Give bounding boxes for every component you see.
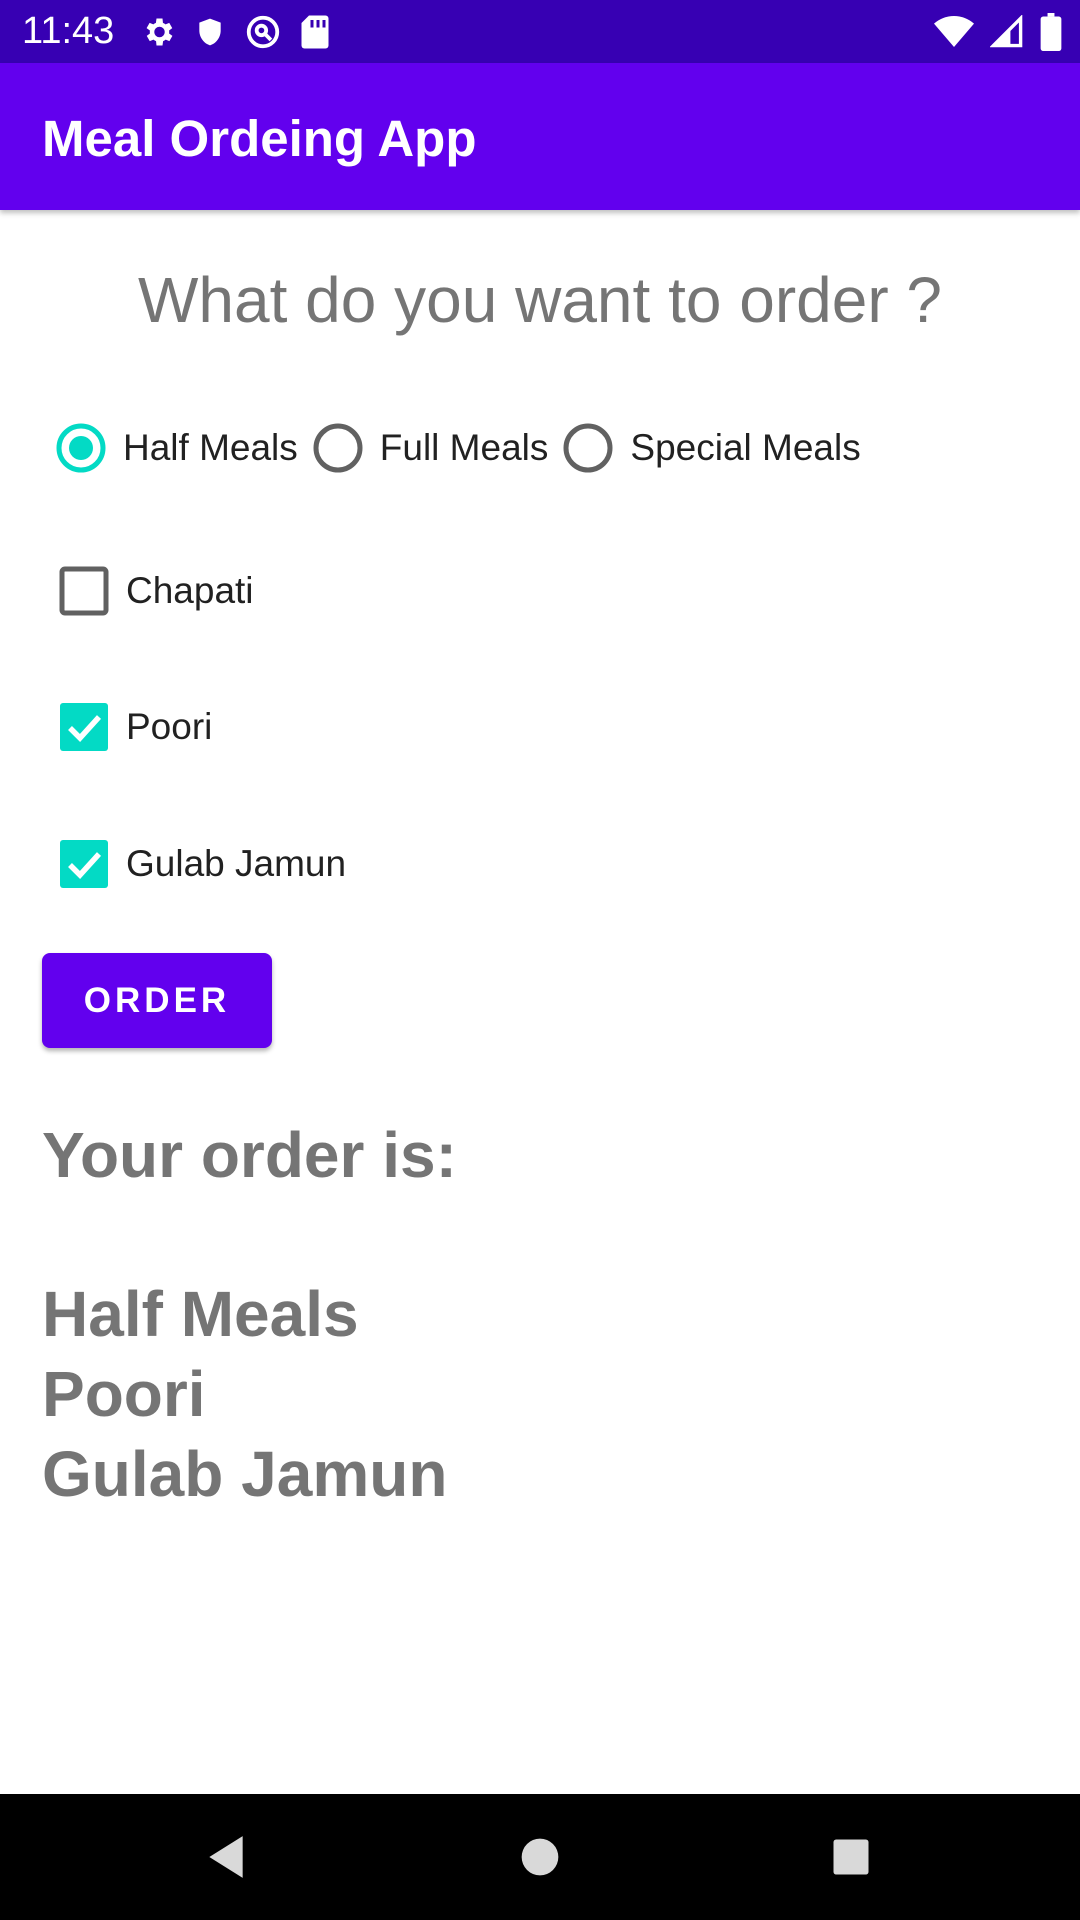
radio-label: Full Meals — [379, 427, 549, 468]
app-title: Meal Ordeing App — [42, 110, 477, 167]
checkbox-checked-icon[interactable] — [58, 838, 110, 890]
result-item: Poori — [42, 1358, 206, 1430]
checkbox-label: Poori — [126, 706, 213, 747]
checkbox-poori[interactable]: Poori — [58, 701, 212, 753]
radio-special-meals[interactable]: Special Meals — [562, 418, 861, 478]
cell-signal-icon — [990, 15, 1024, 49]
navigation-bar — [0, 1794, 1080, 1920]
shield-icon — [194, 14, 226, 50]
checkbox-unchecked-icon[interactable] — [58, 565, 110, 617]
checkbox-gulab-jamun[interactable]: Gulab Jamun — [58, 838, 346, 890]
result-list: Half Meals Poori Gulab Jamun — [42, 1274, 447, 1514]
result-item: Gulab Jamun — [42, 1438, 448, 1510]
result-item: Half Meals — [42, 1278, 359, 1350]
radio-unselected-icon[interactable] — [562, 422, 614, 474]
back-icon[interactable] — [193, 1824, 259, 1890]
order-button[interactable]: ORDER — [42, 953, 272, 1048]
recents-icon[interactable] — [818, 1824, 884, 1890]
radio-selected-icon[interactable] — [55, 422, 107, 474]
home-icon[interactable] — [507, 1824, 573, 1890]
meal-radio-group: Half Meals Full Meals Special Meals — [55, 418, 875, 478]
radio-label: Half Meals — [123, 427, 298, 468]
checkbox-label: Chapati — [126, 570, 254, 611]
status-bar: 11:43 — [0, 0, 1080, 63]
status-icons-right — [934, 12, 1062, 52]
radio-full-meals[interactable]: Full Meals — [312, 418, 549, 478]
app-bar: Meal Ordeing App — [0, 63, 1080, 210]
checkbox-chapati[interactable]: Chapati — [58, 565, 254, 617]
wifi-icon — [934, 15, 974, 49]
sd-card-icon — [300, 14, 330, 50]
radio-label: Special Meals — [630, 427, 861, 468]
radio-half-meals[interactable]: Half Meals — [55, 418, 298, 478]
status-time: 11:43 — [22, 10, 115, 52]
vpn-key-icon — [244, 13, 282, 51]
checkbox-checked-icon[interactable] — [58, 701, 110, 753]
status-icons-left — [140, 12, 330, 52]
result-heading: Your order is: — [42, 1119, 457, 1191]
battery-icon — [1040, 13, 1062, 51]
settings-icon — [140, 14, 176, 50]
radio-unselected-icon[interactable] — [312, 422, 364, 474]
screen: 11:43 Meal Ordeing App What do you want … — [0, 0, 1080, 1920]
question-text: What do you want to order ? — [138, 264, 942, 336]
checkbox-label: Gulab Jamun — [126, 843, 347, 884]
